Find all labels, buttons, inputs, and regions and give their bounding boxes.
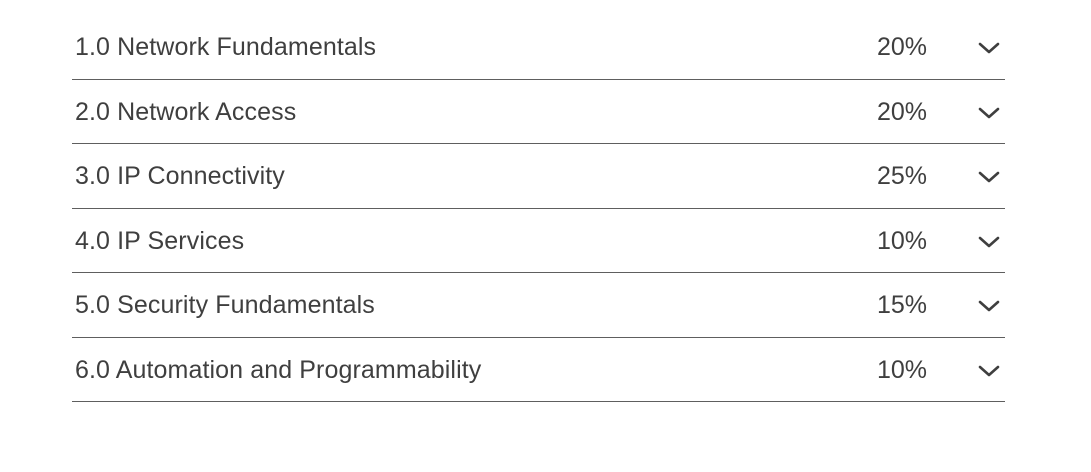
chevron-down-icon[interactable] [978, 106, 1000, 120]
accordion-item-title: 1.0 Network Fundamentals [75, 33, 377, 61]
accordion-item-security-fundamentals[interactable]: 5.0 Security Fundamentals 15% [72, 273, 1005, 338]
accordion-item-automation-programmability[interactable]: 6.0 Automation and Programmability 10% [72, 338, 1005, 402]
accordion-item-weight: 20% [876, 33, 927, 61]
accordion-item-weight: 20% [876, 97, 927, 126]
accordion-item-title: 6.0 Automation and Programmability [75, 355, 482, 384]
chevron-down-icon[interactable] [978, 170, 1000, 184]
accordion-item-ip-connectivity[interactable]: 3.0 IP Connectivity 25% [72, 144, 1005, 209]
accordion-item-title: 4.0 IP Services [75, 226, 245, 255]
accordion-item-network-access[interactable]: 2.0 Network Access 20% [72, 80, 1005, 144]
accordion-item-weight: 15% [876, 291, 927, 319]
exam-topics-accordion: 1.0 Network Fundamentals 20% 2.0 Network… [72, 15, 1005, 402]
accordion-item-title: 3.0 IP Connectivity [75, 162, 285, 190]
accordion-item-title: 2.0 Network Access [75, 97, 297, 126]
chevron-down-icon[interactable] [978, 299, 1000, 313]
accordion-item-weight: 25% [876, 162, 927, 190]
accordion-item-weight: 10% [876, 355, 927, 384]
accordion-item-weight: 10% [876, 226, 927, 255]
chevron-down-icon[interactable] [978, 235, 1000, 249]
chevron-down-icon[interactable] [978, 41, 1000, 55]
accordion-item-title: 5.0 Security Fundamentals [75, 291, 375, 319]
accordion-item-network-fundamentals[interactable]: 1.0 Network Fundamentals 20% [72, 15, 1005, 80]
accordion-item-ip-services[interactable]: 4.0 IP Services 10% [72, 209, 1005, 273]
chevron-down-icon[interactable] [978, 364, 1000, 378]
